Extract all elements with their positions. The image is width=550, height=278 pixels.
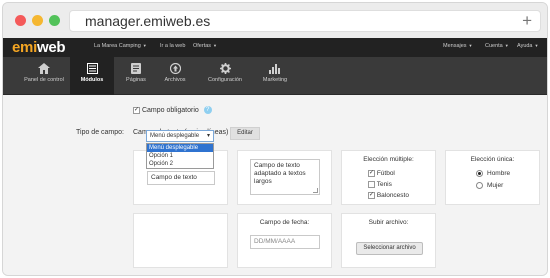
obligatorio-label: Campo obligatorio: [141, 106, 199, 114]
chevron-down-icon: ▼: [142, 43, 147, 49]
chevron-down-icon: ▼: [534, 43, 539, 49]
futbol-checkbox[interactable]: ✓: [368, 170, 375, 177]
list-icon: [86, 63, 98, 74]
help-icon[interactable]: ?: [203, 106, 212, 114]
card-textarea: Campo de texto adaptado a textos largos: [237, 150, 332, 205]
obligatorio-row: ✓ Campo obligatorio ?: [133, 106, 212, 114]
campo-texto-input[interactable]: Campo de texto: [147, 171, 215, 185]
module-bar: Panel de control Módulos Páginas Archivo…: [3, 57, 547, 95]
bar-chart-icon: [269, 64, 280, 74]
maximize-window-button[interactable]: [49, 15, 60, 26]
address-bar[interactable]: manager.emiweb.es +: [69, 10, 541, 32]
hombre-radio[interactable]: [476, 170, 483, 177]
seleccionar-archivo-button[interactable]: Seleccionar archivo: [356, 242, 423, 255]
pages-icon: [131, 63, 141, 74]
fecha-input[interactable]: DD/MM/AAAA: [250, 235, 320, 249]
baloncesto-checkbox[interactable]: ✓: [368, 192, 375, 199]
nav-ofertas[interactable]: Ofertas ▼: [193, 43, 217, 49]
gear-icon: [219, 63, 231, 74]
minimize-window-button[interactable]: [32, 15, 43, 26]
obligatorio-checkbox[interactable]: ✓: [133, 106, 140, 114]
top-navbar: emiweb La Marea Camping ▼ Ir a la web Ofe…: [3, 38, 547, 57]
chevron-down-icon: ▼: [504, 43, 509, 49]
module-editor: ✓ Campo obligatorio ? Tipo de campo: Cam…: [3, 96, 547, 275]
module-paginas[interactable]: Páginas: [114, 57, 158, 95]
module-archivos[interactable]: Archivos: [153, 57, 197, 95]
textarea-input[interactable]: Campo de texto adaptado a textos largos: [250, 159, 320, 195]
mujer-radio[interactable]: [476, 182, 483, 189]
new-tab-icon[interactable]: +: [522, 11, 532, 31]
select-option-menu-desplegable[interactable]: Menú desplegable: [147, 144, 213, 152]
menu-desplegable-select[interactable]: Menú desplegable ▾: [146, 130, 214, 142]
module-marketing[interactable]: Marketing: [253, 57, 297, 95]
option-tenis[interactable]: Tenis: [368, 181, 392, 188]
card-menu-desplegable: [133, 213, 228, 268]
option-baloncesto[interactable]: ✓ Baloncesto: [368, 192, 409, 199]
nav-ayuda[interactable]: Ayuda ▼: [517, 43, 538, 49]
subir-archivo-title: Subir archivo:: [368, 219, 409, 226]
card-eleccion-unica: Elección única: Hombre Mujer: [445, 150, 540, 205]
eleccion-multiple-title: Elección múltiple:: [363, 156, 414, 163]
menu-desplegable-options: Menú desplegable Opción 1 Opción 2: [146, 143, 214, 169]
select-option-2[interactable]: Opción 2: [147, 160, 213, 168]
editar-button[interactable]: Editar: [230, 127, 260, 140]
nav-mensajes[interactable]: Mensajes ▼: [443, 43, 473, 49]
eleccion-unica-title: Elección única:: [470, 156, 515, 163]
chevron-down-icon: ▼: [213, 43, 218, 49]
chevron-down-icon: ▼: [468, 43, 473, 49]
module-panel-de-control[interactable]: Panel de control: [20, 57, 68, 95]
nav-cuenta[interactable]: Cuenta ▼: [485, 43, 509, 49]
select-option-1[interactable]: Opción 1: [147, 152, 213, 160]
browser-window: manager.emiweb.es + emiweb La Marea Camp…: [2, 2, 548, 276]
emiweb-logo[interactable]: emiweb: [12, 39, 66, 56]
module-modulos[interactable]: Módulos: [70, 57, 114, 95]
chevron-down-icon: ▾: [206, 133, 210, 139]
campo-fecha-title: Campo de fecha:: [259, 219, 310, 226]
resize-handle-icon[interactable]: [313, 188, 318, 193]
card-eleccion-multiple: Elección múltiple: ✓ Fútbol Tenis ✓ Balo…: [341, 150, 436, 205]
upload-icon: [169, 63, 181, 74]
option-hombre[interactable]: Hombre: [476, 170, 510, 177]
card-campo-fecha: Campo de fecha: DD/MM/AAAA: [237, 213, 332, 268]
option-mujer[interactable]: Mujer: [476, 182, 503, 189]
home-icon: [38, 63, 50, 74]
url-text: manager.emiweb.es: [85, 13, 211, 29]
card-subir-archivo: Subir archivo: Seleccionar archivo: [341, 213, 436, 268]
nav-ir-a-la-web[interactable]: Ir a la web: [160, 43, 185, 49]
option-futbol[interactable]: ✓ Fútbol: [368, 170, 395, 177]
browser-chrome: manager.emiweb.es +: [3, 3, 547, 38]
close-window-button[interactable]: [15, 15, 26, 26]
tenis-checkbox[interactable]: [368, 181, 375, 188]
nav-la-marea-camping[interactable]: La Marea Camping ▼: [94, 43, 147, 49]
module-configuracion[interactable]: Configuración: [201, 57, 249, 95]
tipo-campo-label: Tipo de campo:: [76, 129, 124, 136]
